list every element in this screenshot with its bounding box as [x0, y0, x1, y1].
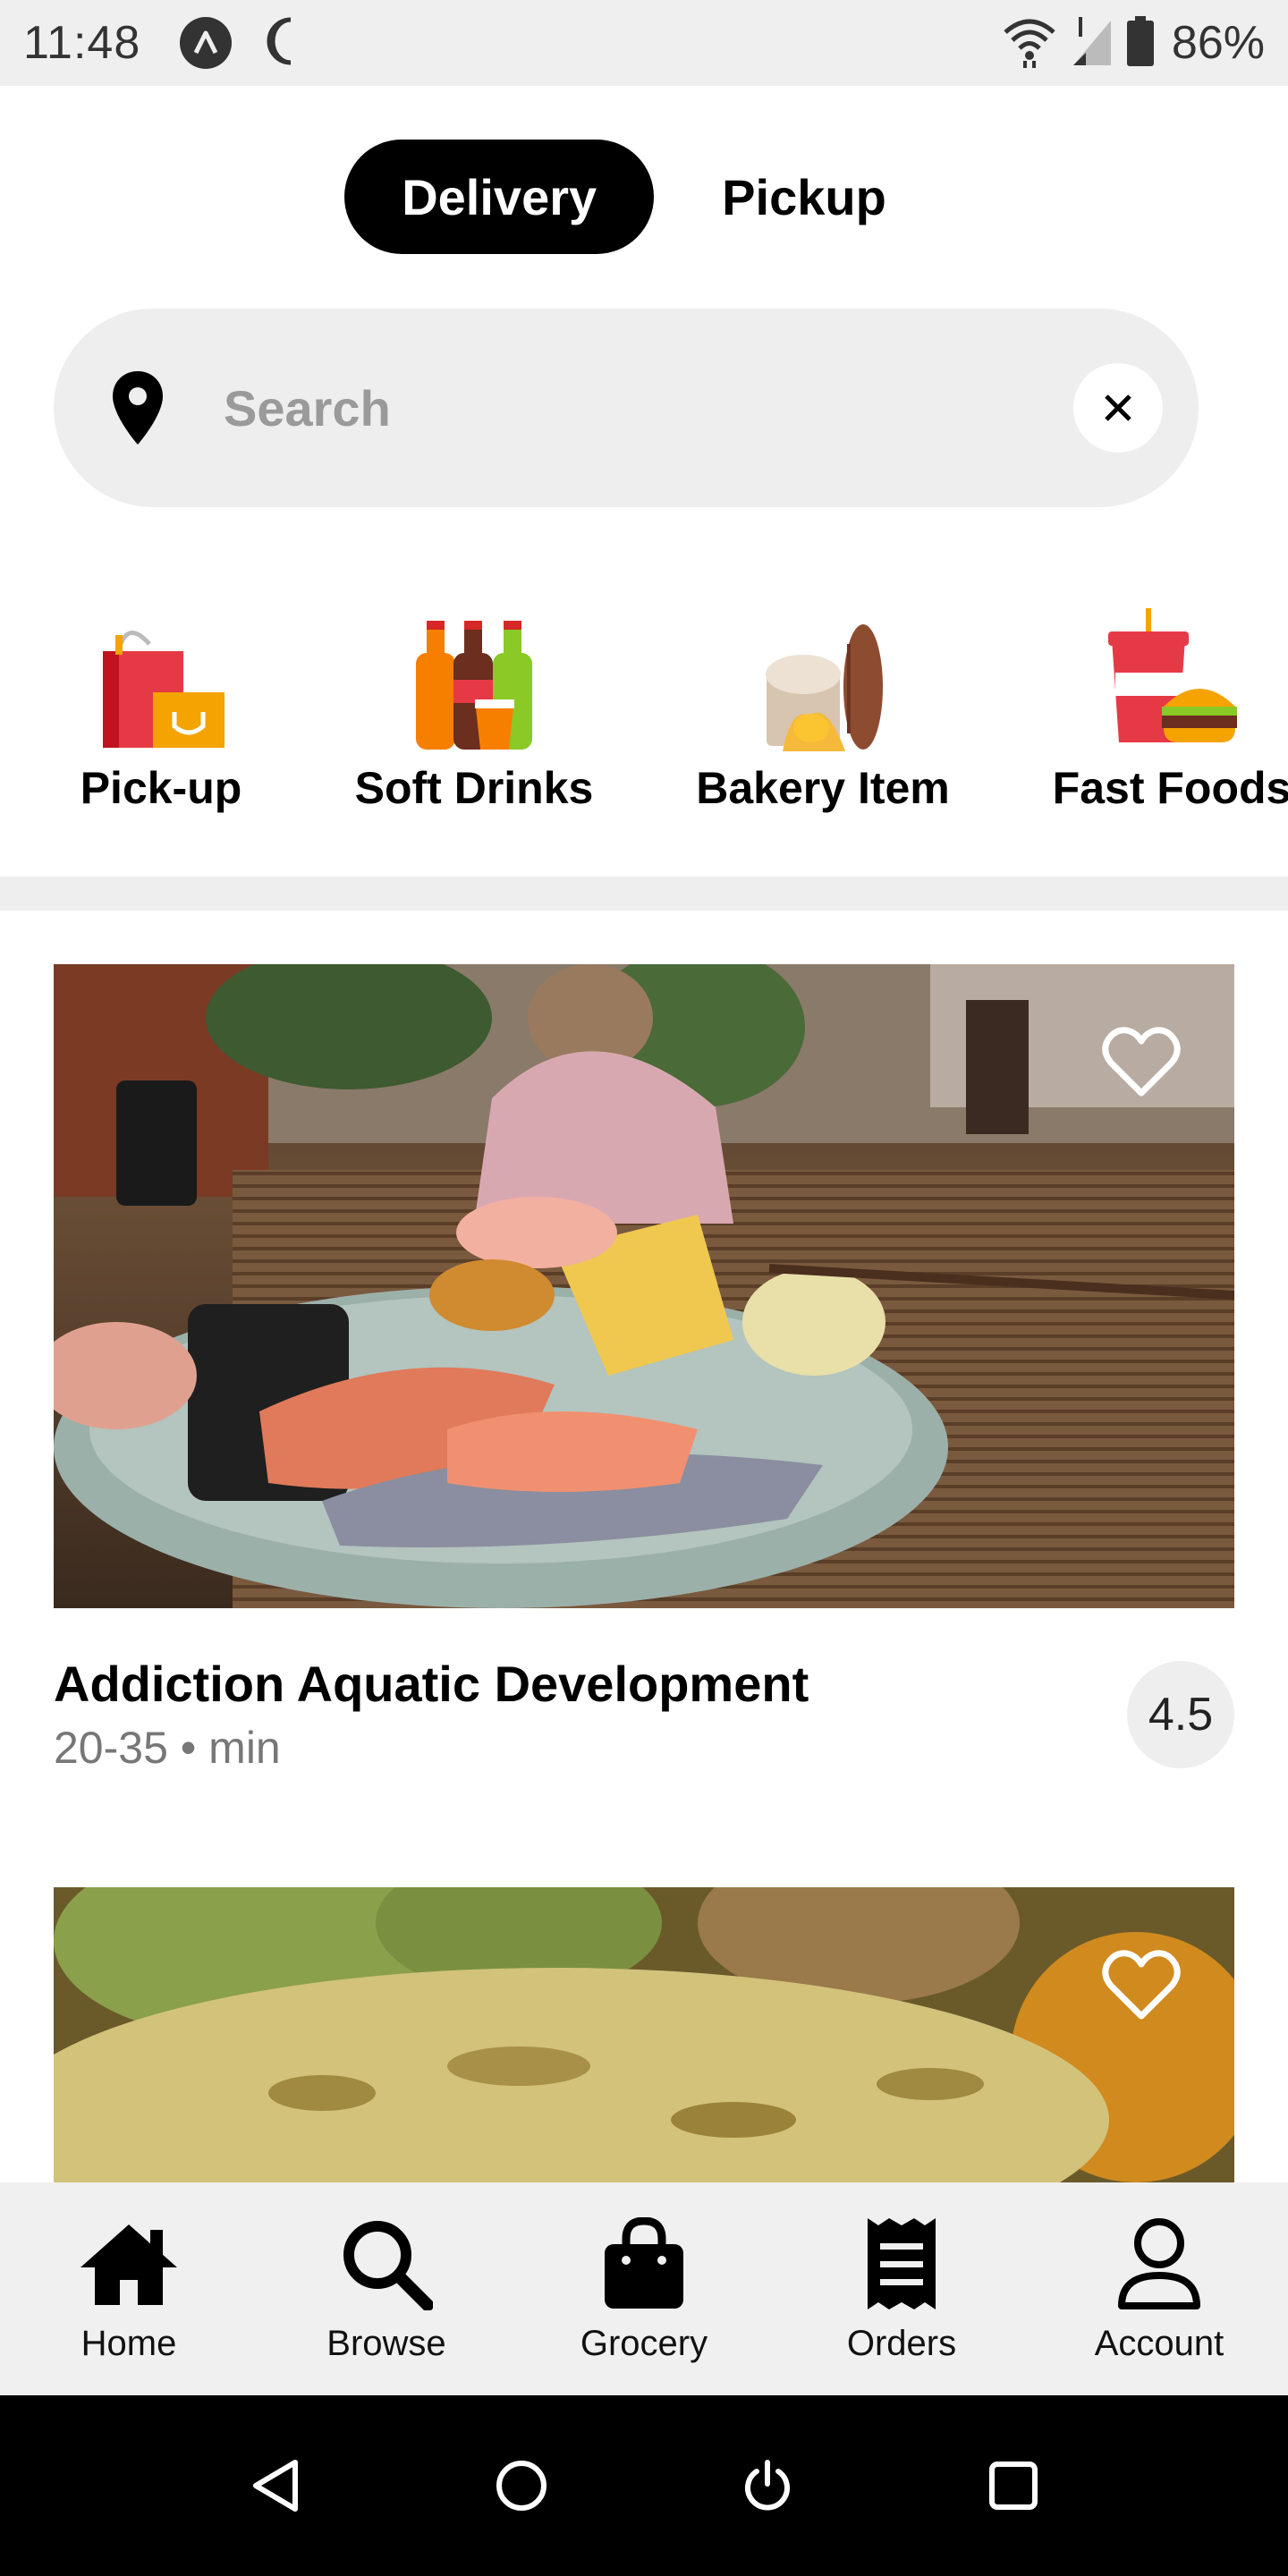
nav-label: Account [1094, 2324, 1224, 2363]
bread-icon [756, 608, 890, 751]
back-button[interactable] [235, 2445, 316, 2526]
status-bar: 11:48 86% [0, 0, 1288, 86]
delivery-time: 20-35 • min [54, 1723, 281, 1773]
category-soft-drinks[interactable]: Soft Drinks [349, 608, 599, 814]
clear-search-button[interactable] [1073, 363, 1163, 453]
category-carousel: Pick-up Soft Drinks Bakery Item Fast Foo… [0, 608, 1288, 823]
app-notification-icon [180, 17, 233, 69]
shopping-bags-icon [94, 608, 228, 751]
section-divider [0, 877, 1288, 911]
nav-grocery[interactable]: Grocery [515, 2182, 773, 2395]
category-label: Fast Foods [1052, 763, 1288, 813]
nav-label: Browse [326, 2324, 446, 2363]
food-dish-photo [54, 1887, 1234, 2182]
search-input[interactable] [224, 378, 1073, 437]
system-navigation-bar [0, 2395, 1288, 2576]
category-label: Pick-up [80, 763, 242, 813]
battery-percentage: 86% [1171, 17, 1265, 69]
battery-icon [1126, 15, 1154, 71]
delivery-mode-toggle: Delivery Pickup [0, 140, 1288, 254]
nav-label: Orders [846, 2324, 957, 2363]
category-fast-foods[interactable]: Fast Foods [1052, 608, 1288, 814]
sushi-plate-photo [54, 964, 1234, 1608]
person-icon [1116, 2215, 1202, 2313]
nav-home[interactable]: Home [0, 2182, 258, 2395]
bottom-navigation: Home Browse Grocery Orders Account [0, 2182, 1288, 2395]
back-triangle-icon [252, 2460, 298, 2512]
close-icon [1105, 394, 1131, 421]
wifi-icon [1002, 14, 1057, 72]
nav-label: Grocery [580, 2324, 708, 2363]
tab-pickup[interactable]: Pickup [665, 140, 944, 254]
nav-label: Home [80, 2324, 177, 2363]
rating-badge: 4.5 [1127, 1661, 1234, 1768]
power-button[interactable] [727, 2445, 808, 2526]
category-label: Bakery Item [696, 763, 950, 813]
home-circle-icon [496, 2461, 547, 2511]
soft-drink-bottles-icon [407, 608, 541, 751]
favorite-heart-icon[interactable] [1102, 1950, 1181, 2021]
tab-delivery[interactable]: Delivery [344, 140, 655, 254]
burger-soda-icon [1096, 608, 1248, 751]
shopping-bag-icon [603, 2215, 685, 2313]
location-pin-icon[interactable] [102, 368, 174, 448]
search-bar [54, 309, 1199, 507]
cell-signal-icon [1070, 15, 1114, 72]
receipt-icon [866, 2215, 937, 2313]
status-time: 11:48 [23, 17, 141, 69]
restaurant-name[interactable]: Addiction Aquatic Development [54, 1655, 809, 1713]
search-icon [340, 2215, 433, 2313]
power-icon [744, 2460, 790, 2511]
nav-orders[interactable]: Orders [773, 2182, 1030, 2395]
nav-browse[interactable]: Browse [258, 2182, 515, 2395]
restaurant-image[interactable] [54, 1887, 1234, 2182]
restaurant-image[interactable] [54, 964, 1234, 1608]
category-label: Soft Drinks [354, 763, 594, 813]
category-pick-up[interactable]: Pick-up [72, 608, 250, 814]
recents-square-icon [988, 2462, 1038, 2510]
home-icon [77, 2215, 181, 2313]
recents-button[interactable] [973, 2445, 1054, 2526]
nav-account[interactable]: Account [1030, 2182, 1288, 2395]
do-not-disturb-icon [264, 16, 305, 71]
category-bakery-item[interactable]: Bakery Item [696, 608, 950, 814]
favorite-heart-icon[interactable] [1102, 1027, 1181, 1098]
home-system-button[interactable] [481, 2445, 562, 2526]
